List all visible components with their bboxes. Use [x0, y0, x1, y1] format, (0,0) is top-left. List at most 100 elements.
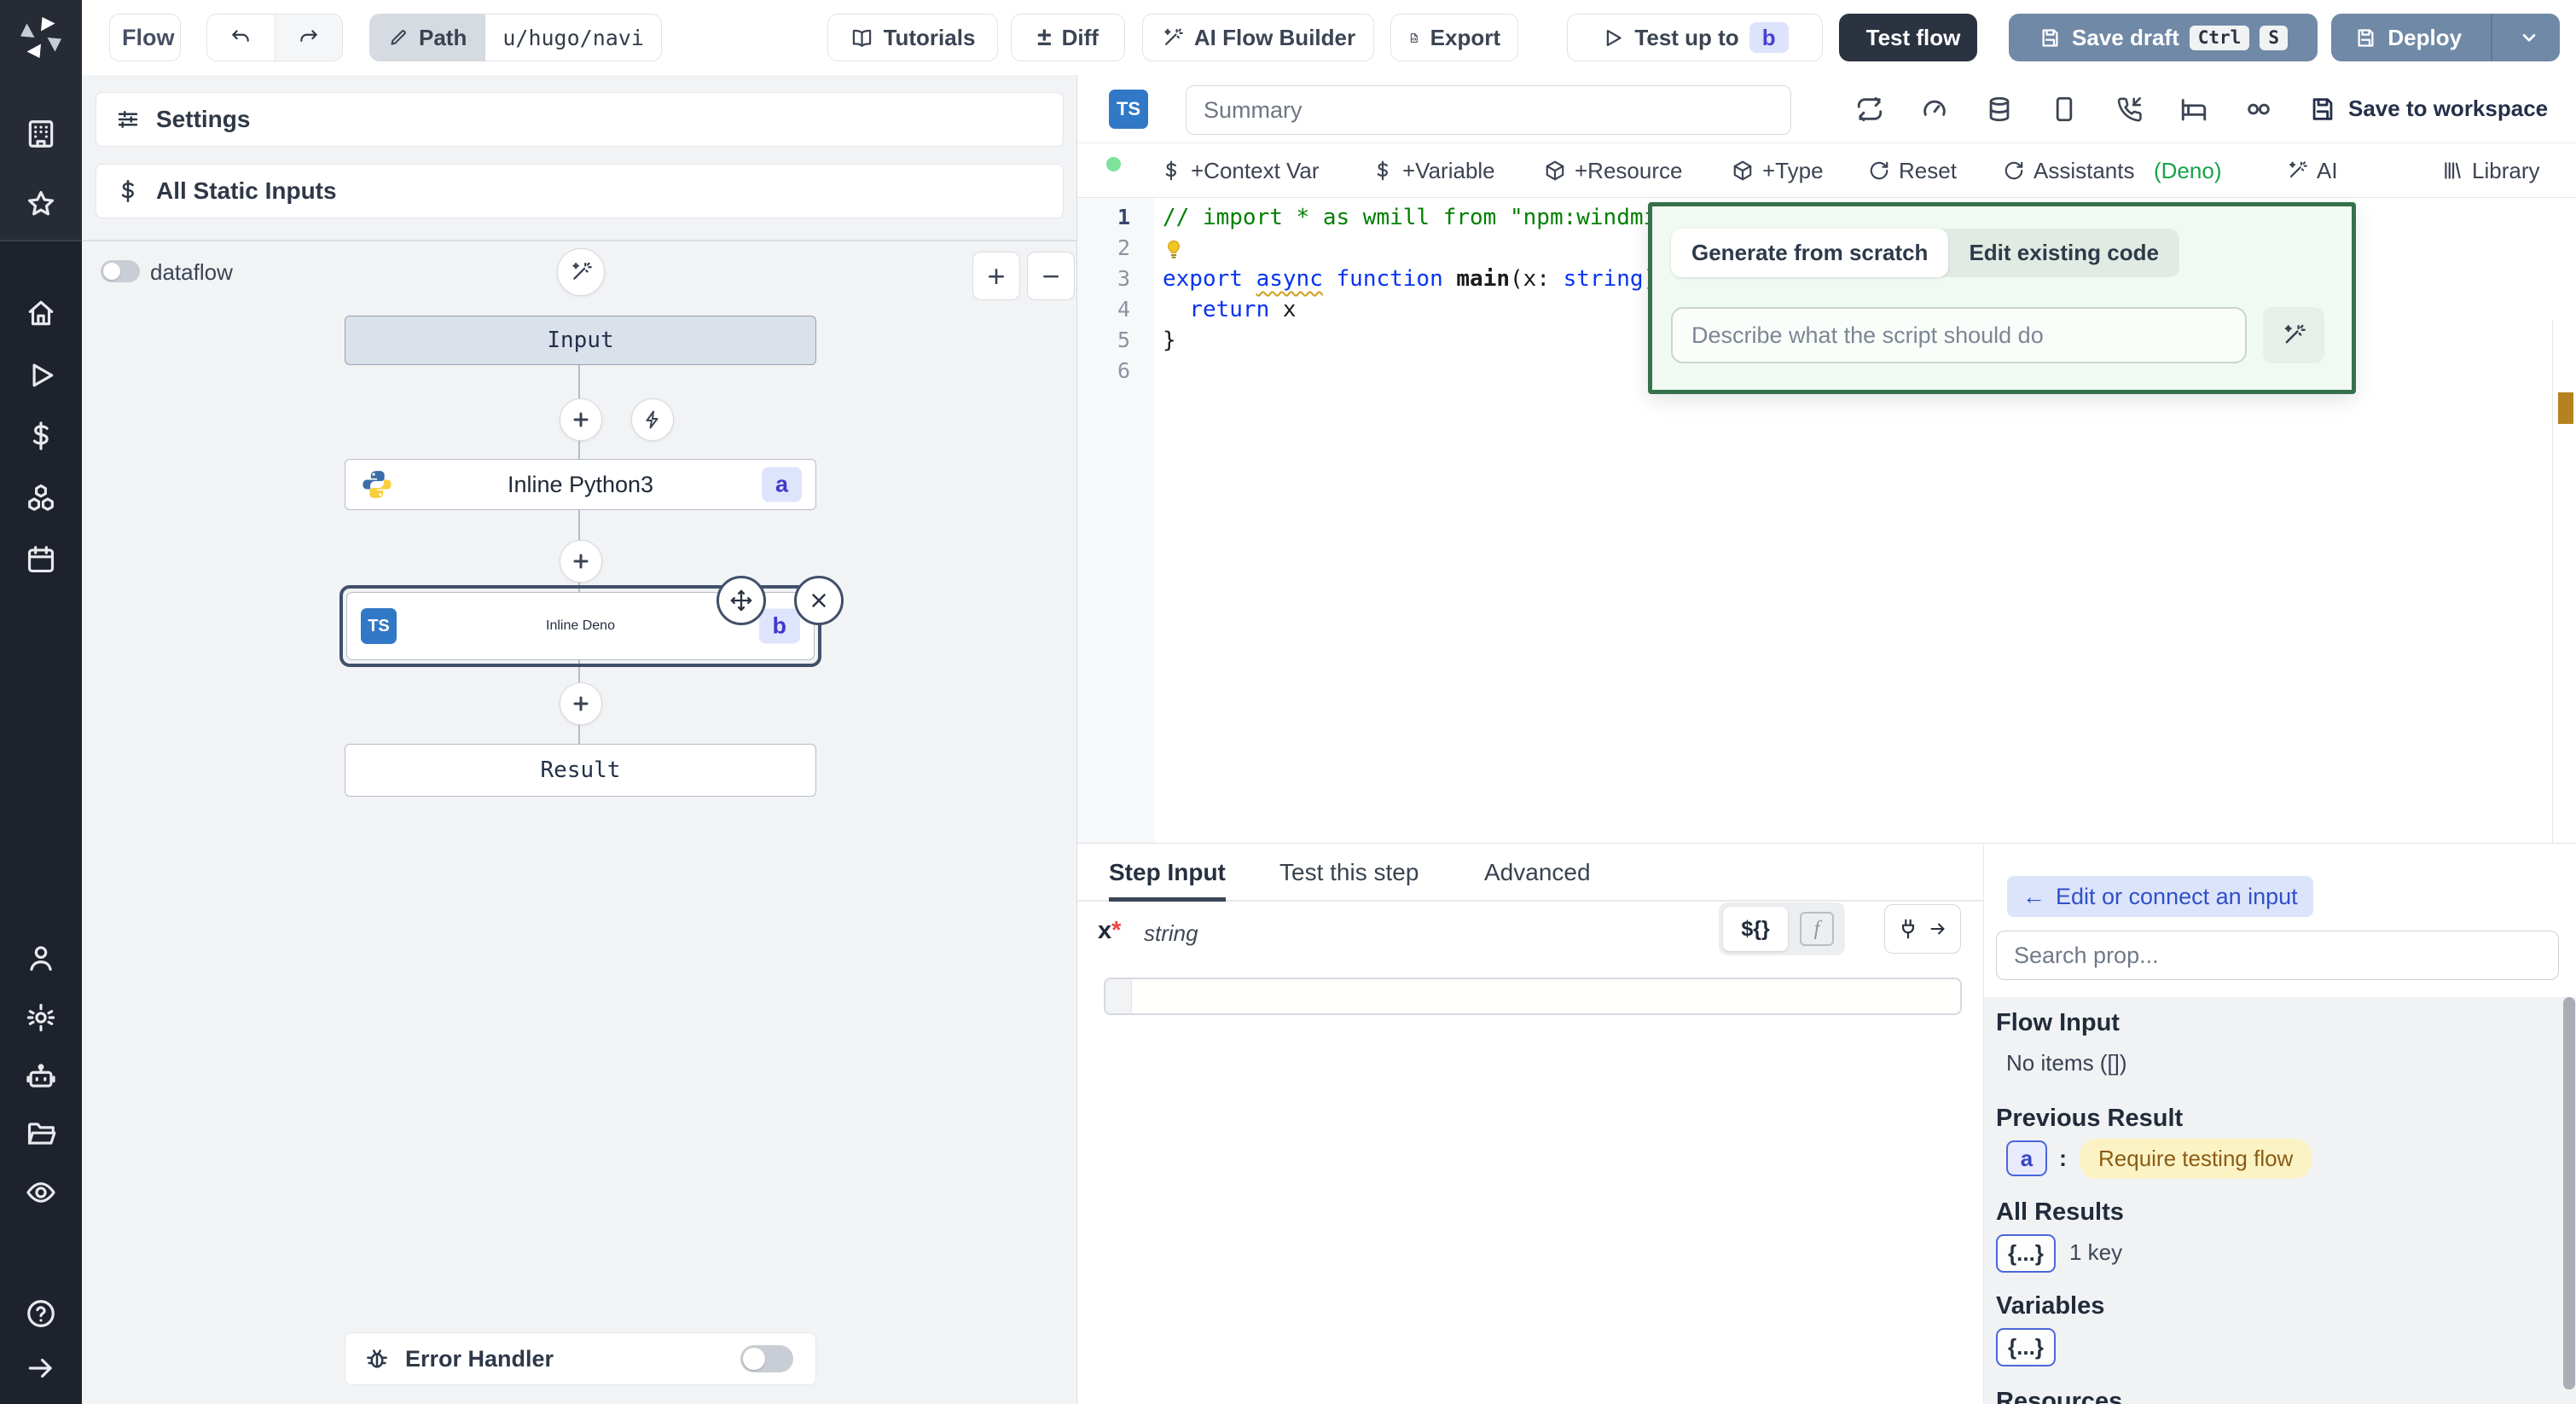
- window-icon[interactable]: [2050, 95, 2079, 124]
- step-badge: b: [1749, 22, 1789, 53]
- error-handler-card[interactable]: Error Handler: [345, 1332, 816, 1385]
- flow-type-select[interactable]: Flow: [109, 14, 181, 61]
- field-value-input[interactable]: [1104, 978, 1962, 1015]
- section-all-results: All Results: [1996, 1198, 2124, 1227]
- add-type-button[interactable]: +Type: [1732, 143, 1824, 198]
- assistants-lang-label: (Deno): [2154, 143, 2221, 198]
- bed-icon[interactable]: [2179, 95, 2208, 124]
- tab-advanced[interactable]: Advanced: [1484, 844, 1591, 902]
- path-button[interactable]: Path: [369, 14, 485, 61]
- bug-icon: [364, 1346, 390, 1372]
- assistants-button[interactable]: Assistants: [2003, 143, 2135, 198]
- delete-node-button[interactable]: [794, 576, 844, 625]
- code-text: }: [1163, 328, 1176, 353]
- static-inputs-label: All Static Inputs: [156, 177, 337, 205]
- deploy-dropdown-button[interactable]: [2503, 15, 2556, 61]
- move-icon: [729, 589, 753, 612]
- diff-button[interactable]: ± Diff: [1011, 14, 1125, 61]
- zoom-out-button[interactable]: −: [1027, 252, 1075, 300]
- redo-icon: [298, 26, 320, 49]
- gauge-icon[interactable]: [1920, 95, 1949, 124]
- reset-button[interactable]: Reset: [1868, 143, 1957, 198]
- database-icon[interactable]: [1985, 95, 2014, 124]
- add-variable-button[interactable]: +Variable: [1372, 143, 1495, 198]
- zoom-in-button[interactable]: +: [972, 252, 1020, 300]
- function-mode-button[interactable]: f: [1800, 912, 1834, 946]
- node-inline-python[interactable]: Inline Python3 a: [345, 459, 816, 510]
- step-config-panel: Step Input Test this step Advanced x* st…: [1077, 843, 1983, 1404]
- book-icon: [850, 26, 873, 49]
- node-input[interactable]: Input: [345, 316, 816, 365]
- calendar-icon[interactable]: [25, 543, 57, 576]
- save-icon: [2039, 26, 2062, 49]
- tutorials-label: Tutorials: [884, 25, 976, 51]
- tab-generate-from-scratch[interactable]: Generate from scratch: [1671, 229, 1948, 277]
- node-result[interactable]: Result: [345, 744, 816, 797]
- ai-flow-builder-button[interactable]: AI Flow Builder: [1142, 14, 1374, 61]
- save-to-workspace-button[interactable]: Save to workspace: [2348, 96, 2548, 122]
- error-handler-toggle[interactable]: [740, 1345, 793, 1372]
- user-icon[interactable]: [25, 942, 57, 974]
- add-step-button[interactable]: [560, 682, 602, 725]
- tab-step-input[interactable]: Step Input: [1109, 844, 1226, 902]
- building-icon[interactable]: [25, 118, 57, 150]
- concurrency-icon[interactable]: [2244, 95, 2273, 124]
- ai-wand-button[interactable]: [557, 248, 605, 296]
- dollar-icon[interactable]: [25, 420, 57, 452]
- summary-input[interactable]: [1186, 85, 1791, 135]
- help-icon[interactable]: [25, 1297, 57, 1330]
- folder-icon[interactable]: [25, 1117, 57, 1150]
- redo-button[interactable]: [275, 15, 343, 61]
- test-up-to-button[interactable]: Test up to b: [1567, 14, 1823, 61]
- robot-icon[interactable]: [25, 1060, 57, 1093]
- play-icon[interactable]: [25, 359, 57, 392]
- phone-incoming-icon[interactable]: [2115, 95, 2144, 124]
- plus-icon: [571, 409, 591, 430]
- path-value[interactable]: u/hugo/navi: [485, 14, 662, 61]
- add-trigger-button[interactable]: [631, 398, 674, 441]
- star-icon[interactable]: [25, 188, 57, 220]
- ai-generate-button[interactable]: [2263, 307, 2324, 363]
- undo-button[interactable]: [207, 15, 275, 61]
- retry-icon[interactable]: [1855, 95, 1884, 124]
- all-static-inputs-button[interactable]: All Static Inputs: [96, 164, 1064, 218]
- eye-icon[interactable]: [25, 1176, 57, 1209]
- tutorials-button[interactable]: Tutorials: [827, 14, 998, 61]
- move-node-handle[interactable]: [717, 576, 766, 625]
- all-results-badge[interactable]: {...}: [1996, 1234, 2056, 1273]
- add-step-button[interactable]: [560, 398, 602, 441]
- add-context-var-button[interactable]: +Context Var: [1160, 143, 1320, 198]
- export-button[interactable]: Export: [1390, 14, 1518, 61]
- deploy-button[interactable]: Deploy: [2335, 15, 2480, 61]
- prev-result-badge[interactable]: a: [2006, 1140, 2047, 1176]
- wand-icon: [2281, 322, 2306, 348]
- arrow-right-icon[interactable]: [25, 1352, 57, 1384]
- all-results-count: 1 key: [2069, 1239, 2122, 1266]
- package-icon: [1544, 160, 1566, 182]
- connect-input-button[interactable]: [1884, 904, 1961, 954]
- lightbulb-icon[interactable]: [1163, 238, 1185, 260]
- sliders-icon: [115, 107, 141, 132]
- variables-badge[interactable]: {...}: [1996, 1328, 2056, 1366]
- edit-or-connect-button[interactable]: ← Edit or connect an input: [2007, 876, 2313, 917]
- ai-button[interactable]: AI: [2286, 143, 2338, 198]
- save-draft-button[interactable]: Save draft Ctrl S: [2009, 14, 2318, 61]
- cubes-icon[interactable]: [25, 482, 57, 514]
- dataflow-toggle[interactable]: [101, 260, 140, 282]
- tab-edit-existing-code[interactable]: Edit existing code: [1948, 229, 2179, 277]
- windmill-logo-icon[interactable]: [15, 12, 67, 63]
- search-prop-input[interactable]: [1996, 931, 2559, 980]
- add-step-button[interactable]: [560, 540, 602, 583]
- template-mode-button[interactable]: ${}: [1723, 907, 1788, 951]
- flow-settings-button[interactable]: Settings: [96, 92, 1064, 147]
- test-flow-button[interactable]: Test flow: [1839, 14, 1977, 61]
- add-resource-button[interactable]: +Resource: [1544, 143, 1682, 198]
- library-button[interactable]: Library: [2441, 143, 2539, 198]
- save-icon[interactable]: [2308, 95, 2337, 124]
- tab-test-this-step[interactable]: Test this step: [1279, 844, 1419, 902]
- ai-prompt-input[interactable]: [1671, 307, 2247, 363]
- gear-icon[interactable]: [25, 1001, 57, 1034]
- scrollbar[interactable]: [2563, 997, 2575, 1389]
- home-icon[interactable]: [25, 297, 57, 329]
- input-inspector-panel: ← Edit or connect an input Flow Input No…: [1983, 843, 2576, 1404]
